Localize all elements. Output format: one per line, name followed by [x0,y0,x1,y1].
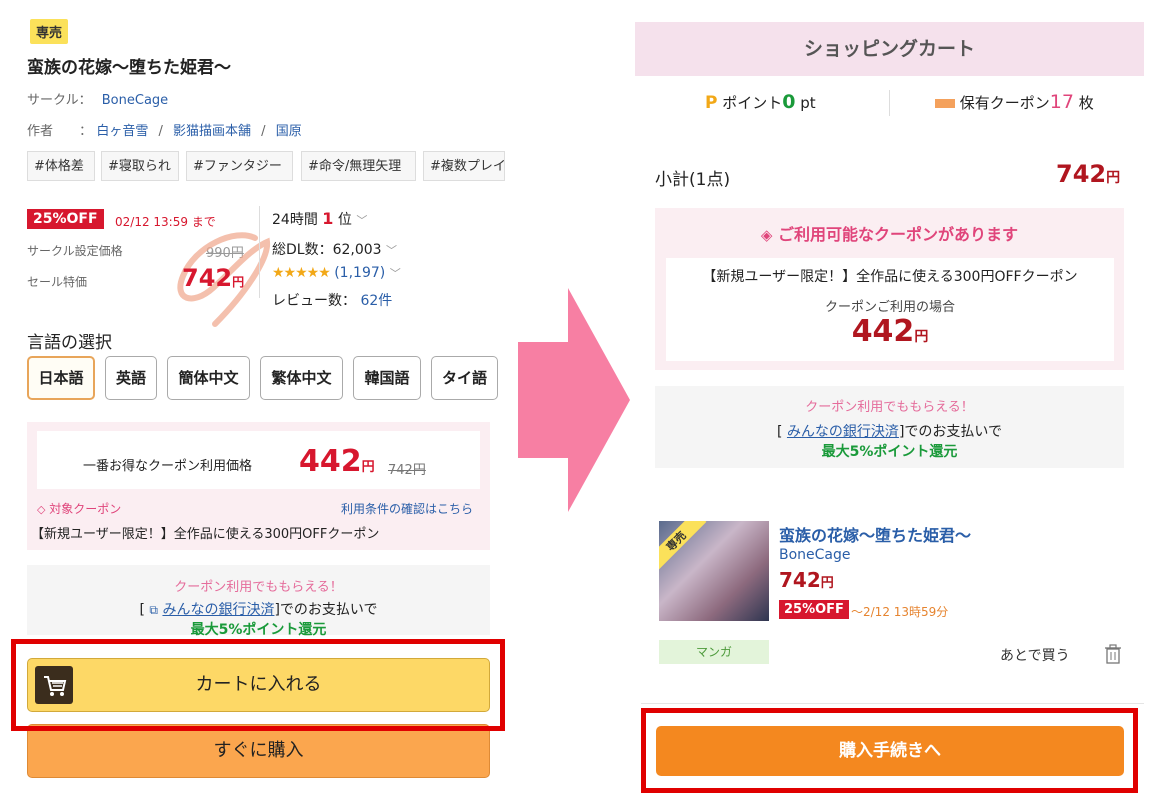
author-link-1[interactable]: 白ヶ音雪 [96,124,148,139]
coupon-name: 【新規ユーザー限定！】全作品に使える300円OFFクーポン [31,527,380,542]
highlight-frame [641,708,1138,793]
circle-row: サークル： BoneCage [27,89,168,108]
circle-link[interactable]: BoneCage [102,93,168,108]
author-link-2[interactable]: 影猫描画本舗 [173,124,251,139]
tag-chip[interactable]: #複数プレイ [423,151,505,181]
coupon-balance[interactable]: 保有クーポン17 枚 [935,91,1094,113]
save-for-later-button[interactable]: あとで買う [1000,645,1070,665]
rank-row[interactable]: 24時間 1 位 ﹀ [272,209,367,229]
cart-item-discount-badge: 25%OFF [779,600,849,619]
author-link-3[interactable]: 国原 [276,124,302,139]
language-option-zh-hant[interactable]: 繁体中文 [260,356,343,400]
coupon-available-heading[interactable]: ◈ ご利用可能なクーポンがあります [655,221,1124,245]
chevron-down-icon: ﹀ [389,267,401,280]
sale-price-label: セール特価 [27,275,88,289]
author-label: 作者 [27,124,54,139]
language-option-zh-hans[interactable]: 簡体中文 [167,356,250,400]
language-option-en[interactable]: 英語 [105,356,157,400]
exclusive-badge: 専売 [30,19,69,44]
highlight-frame [11,639,505,731]
coupon-price: 442円 [851,314,929,349]
buy-now-button[interactable]: すぐに購入 [27,724,490,778]
external-link-icon: ⧉ [149,603,158,617]
divider [259,206,260,298]
subtotal-label: 小計(1点) [655,170,731,190]
tag-chip[interactable]: #寝取られ [101,151,179,181]
review-link[interactable]: 62件 [360,293,392,309]
tag-chip[interactable]: #ファンタジー [186,151,293,181]
discount-badge: 25%OFF [27,209,104,229]
payment-method-link[interactable]: みんなの銀行決済 [162,602,274,618]
cart-title: ショッピングカート [803,38,975,60]
payment-method-link[interactable]: みんなの銀行決済 [787,424,899,440]
payment-method-row: [ ⧉ みんなの銀行決済]でのお支払いで [139,602,378,618]
author-divider: / [261,124,266,139]
exclusive-badge: 専売 [659,521,707,572]
best-coupon-price: 442円 [299,444,375,479]
coupon-tag-icon: ◈ [760,226,773,244]
payment-reward-heading: クーポン利用でももらえる！ [174,580,343,595]
arrow-right-icon [518,288,630,512]
author-sep: ： [79,124,93,139]
tag-chip[interactable]: #体格差 [27,151,95,181]
download-count[interactable]: 総DL数：62,003 ﹀ [272,239,397,259]
product-title: 蛮族の花嫁〜堕ちた姫君〜 [27,58,231,78]
category-tag: マンガ [659,640,769,664]
cart-item-title[interactable]: 蛮族の花嫁〜堕ちた姫君〜 [779,522,971,546]
buy-now-label: すぐに購入 [213,740,304,761]
language-option-th[interactable]: タイ語 [431,356,498,400]
chevron-down-icon: ﹀ [356,214,368,227]
product-page-panel: 専売 蛮族の花嫁〜堕ちた姫君〜 サークル： BoneCage 作者 ： 白ヶ音雪… [0,0,520,800]
language-option-ko[interactable]: 韓国語 [353,356,421,400]
payment-method-row: [ みんなの銀行決済]でのお支払いで [777,424,1002,440]
payment-reward-heading: クーポン利用でももらえる！ [805,400,974,415]
payment-reward-amount: 最大5%ポイント還元 [821,444,958,460]
rating-row[interactable]: ★★★★★ (1,197) ﹀ [272,265,401,281]
divider [889,90,890,116]
ticket-icon [935,99,955,108]
sale-price: 742円 [182,264,245,292]
cart-header: ショッピングカート [635,22,1144,76]
best-coupon-label: 一番お得なクーポン利用価格 [83,459,253,474]
point-icon: P [705,93,718,113]
chevron-down-icon: ﹀ [386,244,398,257]
point-balance: P ポイント0 pt [705,91,816,113]
cart-item-price: 742円 [779,568,834,592]
circle-label: サークル： [27,93,92,108]
author-row: 作者 ： 白ヶ音雪 / 影猫描画本舗 / 国原 [27,120,302,139]
product-thumbnail[interactable]: 専売 [659,521,769,621]
cart-item-circle[interactable]: BoneCage [779,547,851,563]
review-row: レビュー数： 62件 [272,293,393,309]
language-option-ja[interactable]: 日本語 [27,356,95,400]
coupon-use-label: クーポンご利用の場合 [824,300,955,315]
trash-icon[interactable] [1104,644,1122,664]
coupon-name: 【新規ユーザー限定！】全作品に使える300円OFFクーポン [702,269,1078,285]
payment-reward-amount: 最大5%ポイント還元 [190,622,327,638]
best-coupon-original-price: 742円 [388,463,426,478]
divider [641,703,1144,704]
conditions-link[interactable]: 利用条件の確認はこちら [341,500,473,517]
subtotal-amount: 742円 [1056,160,1121,188]
author-divider: / [158,124,163,139]
cart-item-deadline: 〜2/12 13時59分 [851,605,949,619]
language-heading: 言語の選択 [27,333,112,353]
coupon-tag-icon: ◇ [37,503,46,516]
tag-chip[interactable]: #命令/無理矢理 [301,151,416,181]
target-coupon-row: ◇ 対象クーポン [37,502,122,516]
circle-price-label: サークル設定価格 [27,244,123,258]
star-rating-icon: ★★★★★ [272,265,331,281]
